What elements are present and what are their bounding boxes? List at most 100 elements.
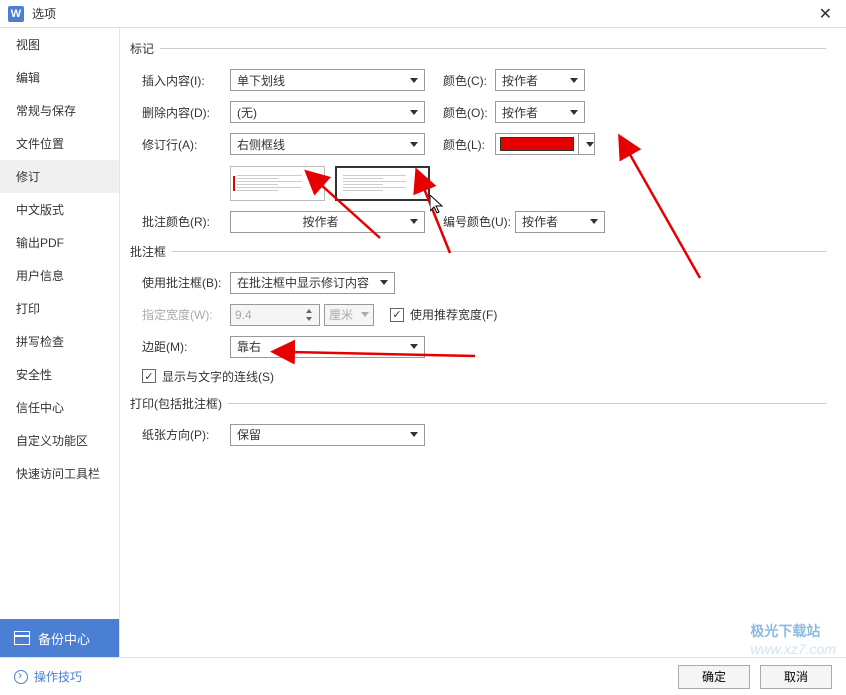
margin-dropdown[interactable]: 靠右 bbox=[230, 336, 425, 358]
sidebar-item-revision[interactable]: 修订 bbox=[0, 160, 119, 193]
dropdown-value: 按作者 bbox=[502, 72, 564, 89]
sidebar-item-spellcheck[interactable]: 拼写检查 bbox=[0, 325, 119, 358]
sidebar-item-pdf[interactable]: 输出PDF bbox=[0, 226, 119, 259]
section-title: 打印(包括批注框) bbox=[130, 395, 222, 412]
use-balloon-label: 使用批注框(B): bbox=[142, 274, 230, 291]
section-title: 标记 bbox=[130, 40, 154, 57]
use-balloon-dropdown[interactable]: 在批注框中显示修订内容 bbox=[230, 272, 395, 294]
chevron-down-icon bbox=[410, 219, 418, 224]
sidebar-item-user[interactable]: 用户信息 bbox=[0, 259, 119, 292]
sidebar-item-label: 拼写检查 bbox=[16, 335, 64, 349]
sidebar-item-label: 信任中心 bbox=[16, 401, 64, 415]
dropdown-value: 厘米 bbox=[329, 306, 355, 323]
window-title: 选项 bbox=[32, 5, 813, 22]
color-c-label: 颜色(C): bbox=[425, 72, 495, 89]
dropdown-value: 按作者 bbox=[502, 104, 564, 121]
changed-label: 修订行(A): bbox=[142, 136, 230, 153]
number-color-dropdown[interactable]: 按作者 bbox=[515, 211, 605, 233]
sidebar-item-quick-access[interactable]: 快速访问工具栏 bbox=[0, 457, 119, 490]
sidebar-item-trust[interactable]: 信任中心 bbox=[0, 391, 119, 424]
chevron-down-icon bbox=[380, 280, 388, 285]
sidebar-item-label: 编辑 bbox=[16, 71, 40, 85]
sidebar-item-edit[interactable]: 编辑 bbox=[0, 61, 119, 94]
sidebar-item-cjk[interactable]: 中文版式 bbox=[0, 193, 119, 226]
chevron-down-icon bbox=[410, 432, 418, 437]
sidebar-item-custom-ribbon[interactable]: 自定义功能区 bbox=[0, 424, 119, 457]
section-header-print: 打印(包括批注框) bbox=[130, 395, 826, 412]
divider bbox=[228, 403, 826, 404]
titlebar: W 选项 ✕ bbox=[0, 0, 846, 28]
sidebar-item-security[interactable]: 安全性 bbox=[0, 358, 119, 391]
sidebar-item-label: 输出PDF bbox=[16, 236, 64, 250]
sidebar-item-label: 安全性 bbox=[16, 368, 52, 382]
chevron-down-icon bbox=[590, 219, 598, 224]
color-o-dropdown[interactable]: 按作者 bbox=[495, 101, 585, 123]
sidebar-item-label: 快速访问工具栏 bbox=[16, 467, 100, 481]
sidebar-item-label: 修订 bbox=[16, 170, 40, 184]
chevron-down-icon bbox=[410, 142, 418, 147]
cancel-button[interactable]: 取消 bbox=[760, 665, 832, 689]
dropdown-value: 按作者 bbox=[522, 213, 584, 230]
play-circle-icon bbox=[14, 670, 28, 684]
number-color-label: 编号颜色(U): bbox=[425, 213, 515, 230]
sidebar-item-label: 常规与保存 bbox=[16, 104, 76, 118]
preview-right-border[interactable] bbox=[335, 166, 430, 201]
insert-label: 插入内容(I): bbox=[142, 72, 230, 89]
dropdown-value: 在批注框中显示修订内容 bbox=[237, 274, 374, 291]
dropdown-value: 靠右 bbox=[237, 338, 404, 355]
sidebar-item-label: 打印 bbox=[16, 302, 40, 316]
chevron-down-icon bbox=[410, 78, 418, 83]
sidebar-item-view[interactable]: 视图 bbox=[0, 28, 119, 61]
recommend-width-label: 使用推荐宽度(F) bbox=[410, 306, 497, 323]
sidebar-item-label: 文件位置 bbox=[16, 137, 64, 151]
color-l-label: 颜色(L): bbox=[425, 136, 495, 153]
chevron-down-icon bbox=[570, 78, 578, 83]
connector-checkbox[interactable]: ✓ bbox=[142, 369, 156, 383]
sidebar-item-label: 视图 bbox=[16, 38, 40, 52]
color-swatch bbox=[500, 137, 574, 151]
chevron-down-icon bbox=[410, 110, 418, 115]
sidebar-item-label: 用户信息 bbox=[16, 269, 64, 283]
tips-link[interactable]: 操作技巧 bbox=[14, 668, 82, 685]
delete-dropdown[interactable]: (无) bbox=[230, 101, 425, 123]
spinner-down-button bbox=[303, 315, 315, 323]
tips-label: 操作技巧 bbox=[34, 668, 82, 685]
sidebar-item-print[interactable]: 打印 bbox=[0, 292, 119, 325]
recommend-width-checkbox[interactable]: ✓ bbox=[390, 308, 404, 322]
dropdown-value: 右侧框线 bbox=[237, 136, 404, 153]
orient-label: 纸张方向(P): bbox=[142, 426, 230, 443]
divider bbox=[160, 48, 826, 49]
connector-label: 显示与文字的连线(S) bbox=[162, 368, 274, 385]
ok-button[interactable]: 确定 bbox=[678, 665, 750, 689]
dropdown-value: 单下划线 bbox=[237, 72, 404, 89]
sidebar-item-file-location[interactable]: 文件位置 bbox=[0, 127, 119, 160]
dropdown-value: (无) bbox=[237, 104, 404, 121]
width-spinner bbox=[230, 304, 320, 326]
close-icon[interactable]: ✕ bbox=[813, 4, 838, 24]
content-panel: 标记 插入内容(I): 单下划线 颜色(C): 按作者 删除内容(D): (无)… bbox=[120, 28, 846, 657]
section-header-markup: 标记 bbox=[130, 40, 826, 57]
section-header-balloon: 批注框 bbox=[130, 243, 826, 260]
comment-color-dropdown[interactable]: 按作者 bbox=[230, 211, 425, 233]
sidebar-item-general[interactable]: 常规与保存 bbox=[0, 94, 119, 127]
backup-label: 备份中心 bbox=[38, 629, 90, 648]
orient-dropdown[interactable]: 保留 bbox=[230, 424, 425, 446]
insert-dropdown[interactable]: 单下划线 bbox=[230, 69, 425, 91]
margin-label: 边距(M): bbox=[142, 338, 230, 355]
unit-dropdown: 厘米 bbox=[324, 304, 374, 326]
footer: 操作技巧 确定 取消 bbox=[0, 657, 846, 695]
archive-icon bbox=[14, 631, 30, 645]
backup-center-button[interactable]: 备份中心 bbox=[0, 619, 119, 657]
dropdown-value: 按作者 bbox=[237, 213, 404, 230]
sidebar-item-label: 自定义功能区 bbox=[16, 434, 88, 448]
preview-left-border[interactable] bbox=[230, 166, 325, 201]
dropdown-value: 保留 bbox=[237, 426, 404, 443]
width-input bbox=[235, 308, 295, 322]
width-label: 指定宽度(W): bbox=[142, 306, 230, 323]
changed-dropdown[interactable]: 右侧框线 bbox=[230, 133, 425, 155]
chevron-down-icon bbox=[570, 110, 578, 115]
color-l-dropdown[interactable] bbox=[495, 133, 595, 155]
delete-label: 删除内容(D): bbox=[142, 104, 230, 121]
chevron-down-icon bbox=[410, 344, 418, 349]
color-c-dropdown[interactable]: 按作者 bbox=[495, 69, 585, 91]
